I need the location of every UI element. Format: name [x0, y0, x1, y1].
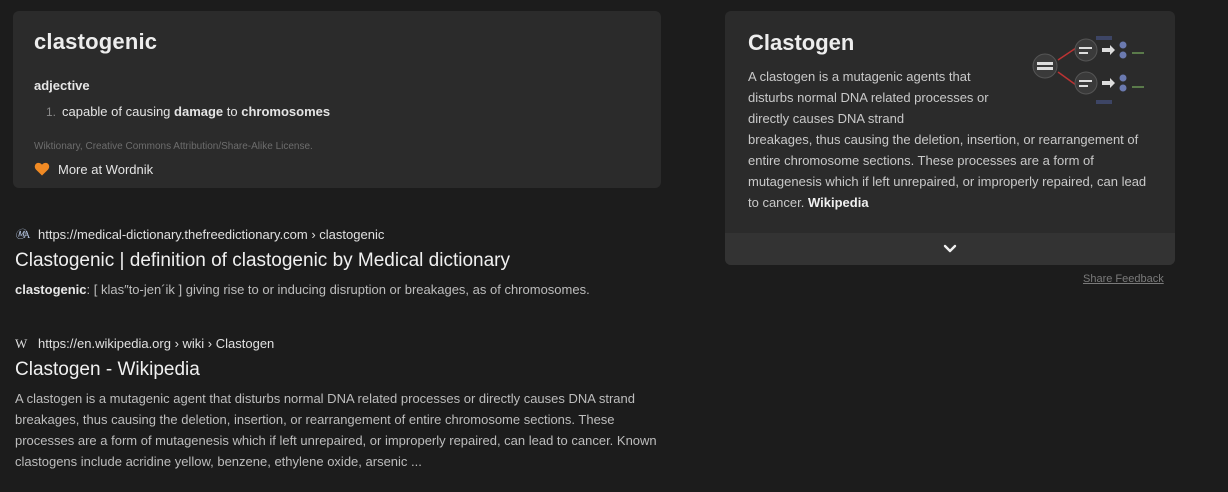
heart-icon [34, 162, 50, 176]
result-url: https://medical-dictionary.thefreedictio… [38, 226, 385, 242]
definition-bold-chromosomes: chromosomes [241, 104, 331, 119]
infobox-card: Clastogen A clastogen is a mutagenic age… [725, 11, 1175, 265]
result-snippet: clastogenic: [ klas″to-jen´ik ] giving r… [15, 279, 660, 300]
snippet-text: : [ klas″to-jen´ik ] giving rise to or i… [86, 282, 590, 297]
more-at-wordnik-link[interactable]: More at Wordnik [34, 161, 153, 177]
infobox-text: A clastogen is a mutagenic agents that d… [748, 66, 1156, 213]
infobox-source-link[interactable]: Wikipedia [808, 195, 869, 210]
expand-button[interactable] [725, 233, 1175, 265]
definition-bold-damage: damage [174, 104, 224, 119]
share-feedback-link[interactable]: Share Feedback [1083, 273, 1164, 285]
svg-text:W: W [15, 337, 28, 350]
definition: 1. capable of causing damage to chromosom… [34, 104, 330, 119]
definition-number: 1. [45, 105, 56, 119]
result-title[interactable]: Clastogenic | definition of clastogenic … [15, 249, 675, 273]
snippet-bold: clastogenic [15, 282, 87, 297]
chevron-down-icon [943, 244, 957, 253]
part-of-speech: adjective [34, 78, 90, 93]
result-url-row[interactable]: Ⓜ A https://medical-dictionary.thefreedic… [15, 225, 675, 243]
svg-text:A: A [23, 230, 31, 240]
dictionary-source: Wiktionary, Creative Commons Attribution… [34, 141, 313, 152]
definition-prefix: capable of causing [62, 104, 175, 119]
result-snippet: A clastogen is a mutagenic agent that di… [15, 391, 657, 469]
infobox-title: Clastogen [748, 30, 855, 55]
result-url: https://en.wikipedia.org › wiki › Clasto… [38, 335, 275, 351]
dictionary-card: clastogenic adjective 1. capable of causi… [13, 11, 661, 188]
result-title[interactable]: Clastogen - Wikipedia [15, 358, 675, 382]
wikipedia-icon: W [15, 336, 31, 350]
thefreedictionary-icon: Ⓜ A [15, 227, 31, 241]
more-at-wordnik-label: More at Wordnik [58, 161, 154, 177]
dictionary-word: clastogenic [34, 29, 158, 54]
infobox-text-narrow: A clastogen is a mutagenic agents that d… [748, 69, 989, 126]
definition-mid: to [223, 104, 242, 119]
search-result: Ⓜ A https://medical-dictionary.thefreedic… [15, 225, 675, 300]
search-result: W https://en.wikipedia.org › wiki › Clas… [15, 334, 675, 472]
result-url-row[interactable]: W https://en.wikipedia.org › wiki › Clas… [15, 334, 675, 352]
